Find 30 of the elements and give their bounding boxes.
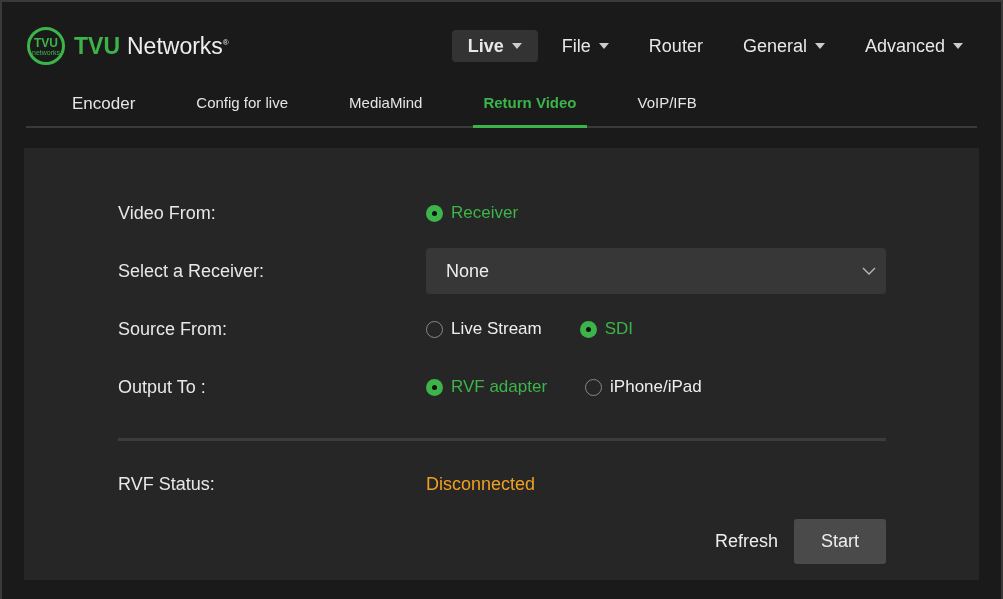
radio-option[interactable]: iPhone/iPad <box>585 377 702 397</box>
brand-mark: TVU <box>74 32 120 60</box>
radio-option[interactable]: Receiver <box>426 203 519 223</box>
radio-option[interactable]: SDI <box>579 319 634 339</box>
radio-button[interactable] <box>579 320 597 338</box>
radio-option[interactable]: RVF adapter <box>426 377 548 397</box>
brand-name: Networks$^{®}$ <box>127 32 229 60</box>
chevron-down-icon <box>862 267 876 275</box>
field-label: Output To : <box>118 376 207 398</box>
field-label: Video From: <box>118 202 217 224</box>
nav-menu-item[interactable]: Live <box>451 30 538 62</box>
radio-option[interactable]: Live Stream <box>426 319 542 339</box>
nav-menu-item[interactable]: Router <box>632 30 719 62</box>
field-label: Source From: <box>118 318 229 340</box>
start-button[interactable]: Start <box>794 519 886 564</box>
tab[interactable]: Config for live <box>186 90 299 128</box>
field-label: Select a Receiver: <box>118 260 266 282</box>
nav-menu-item[interactable]: File <box>545 30 625 62</box>
tab[interactable]: Encoder <box>62 90 146 128</box>
radio-button[interactable] <box>426 378 443 396</box>
tab[interactable]: VoIP/IFB <box>627 90 707 128</box>
tab[interactable]: Return Video <box>473 90 587 128</box>
tab[interactable]: MediaMind <box>339 90 433 128</box>
nav-menu-item[interactable]: Advanced <box>848 30 979 62</box>
receiver-select[interactable]: None <box>426 248 886 294</box>
nav-menu-item[interactable]: General <box>726 30 841 62</box>
refresh-button[interactable]: Refresh <box>714 519 778 564</box>
status-text: Disconnected <box>426 473 536 495</box>
field-label: RVF Status: <box>118 473 216 495</box>
radio-button[interactable] <box>426 204 443 222</box>
